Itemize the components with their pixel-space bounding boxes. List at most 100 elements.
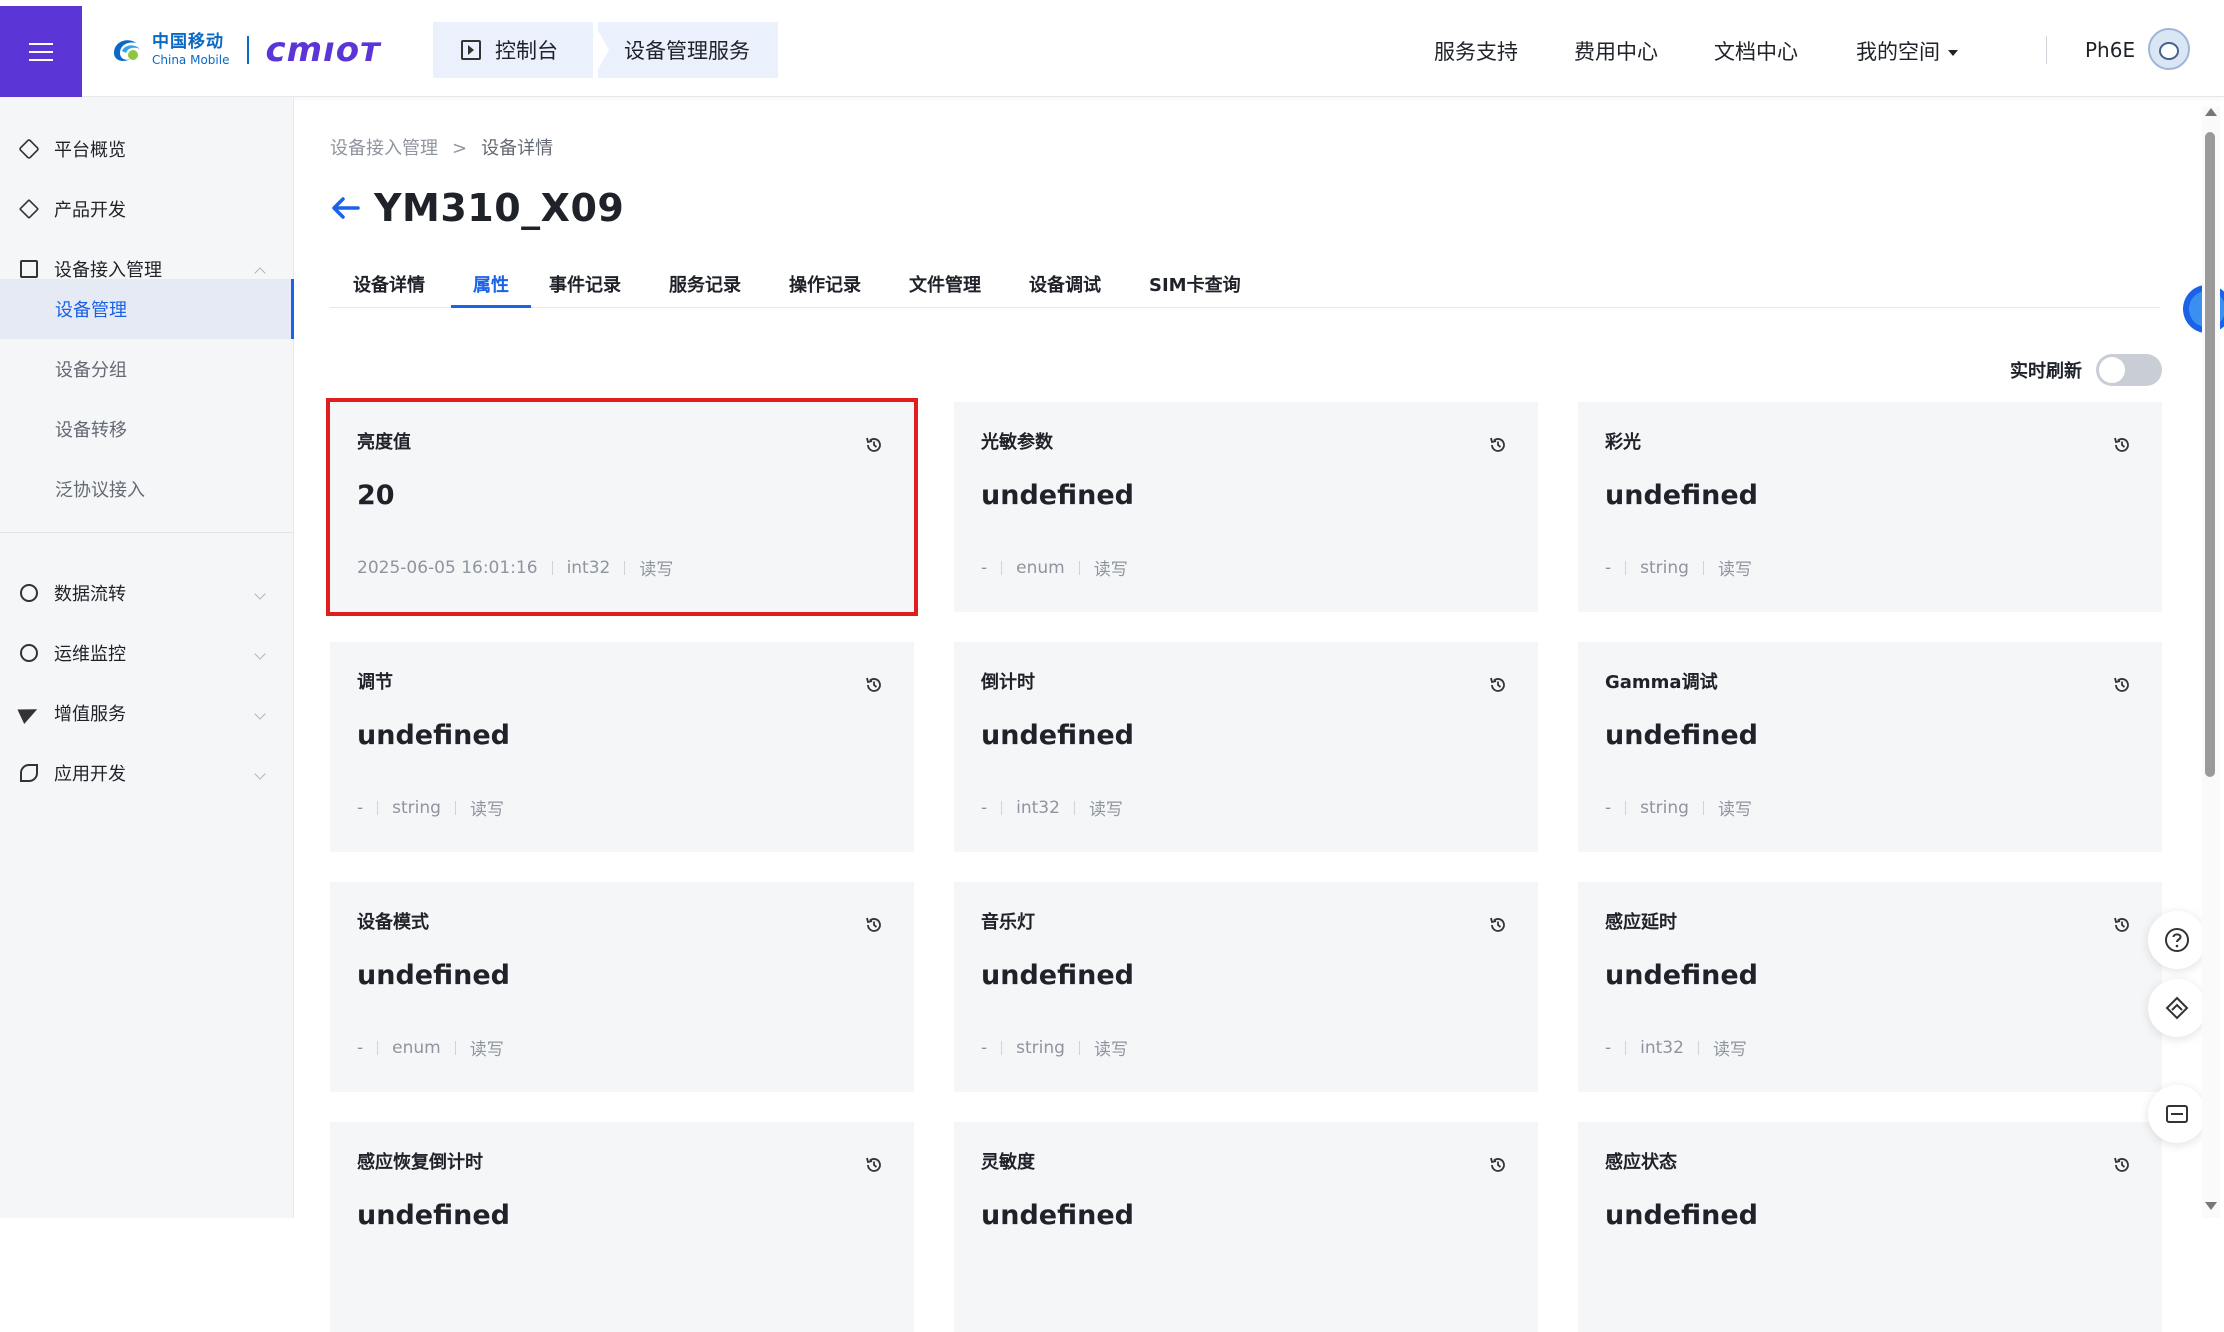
history-icon[interactable]	[2112, 675, 2132, 695]
meta-divider	[1625, 1040, 1627, 1055]
nav-billing-center[interactable]: 费用中心	[1574, 36, 1658, 66]
tab-bar: 设备详情 属性 事件记录 服务记录 操作记录 文件管理 设备调试 SIM卡查询	[330, 268, 2160, 308]
sidebar-item-app-dev[interactable]: 应用开发	[0, 745, 294, 801]
meta-divider	[1001, 1040, 1003, 1055]
meta-divider	[377, 800, 379, 815]
property-card[interactable]: 调节 undefined - string 读写	[330, 642, 914, 852]
menu-icon	[29, 42, 53, 61]
scroll-up-icon[interactable]	[2205, 108, 2217, 116]
avatar[interactable]	[2148, 28, 2190, 70]
breadcrumb-parent-link[interactable]: 设备接入管理	[330, 138, 438, 159]
property-type: string	[392, 797, 441, 818]
help-button[interactable]	[2148, 911, 2206, 969]
service-label: 设备管理服务	[624, 39, 750, 63]
history-icon[interactable]	[2112, 1155, 2132, 1175]
history-icon[interactable]	[1488, 1155, 1508, 1175]
sidebar-subitem-device-transfer[interactable]: 设备转移	[0, 399, 294, 459]
property-card[interactable]: 光敏参数 undefined - enum 读写	[954, 402, 1538, 612]
property-type: enum	[1016, 557, 1065, 578]
property-card[interactable]: 感应状态 undefined	[1578, 1122, 2162, 1332]
property-name: Gamma调试	[1605, 672, 1718, 693]
meta-divider	[1078, 1040, 1080, 1055]
chevron-down-icon	[254, 588, 266, 600]
tab-properties[interactable]: 属性	[451, 272, 531, 308]
sidebar-subitem-protocol-access[interactable]: 泛协议接入	[0, 459, 294, 519]
tab-operation-records[interactable]: 操作记录	[767, 272, 883, 308]
top-bar: 中国移动 China Mobile cmıoт 控制台 设备管理服务 服务支持 …	[0, 0, 2224, 97]
realtime-refresh-toggle[interactable]	[2096, 354, 2162, 386]
nav-my-space[interactable]: 我的空间	[1856, 36, 1958, 66]
nav-my-space-label: 我的空间	[1856, 40, 1940, 64]
scrollbar-thumb[interactable]	[2205, 132, 2215, 777]
tab-service-records[interactable]: 服务记录	[647, 272, 763, 308]
sidebar-subitem-device-group[interactable]: 设备分组	[0, 339, 294, 399]
property-type: string	[1016, 1037, 1065, 1058]
collapse-panel-button[interactable]	[2148, 1085, 2206, 1143]
sidebar-item-product-dev[interactable]: 产品开发	[0, 181, 294, 237]
nav-service-support[interactable]: 服务支持	[1434, 36, 1518, 66]
history-icon[interactable]	[864, 1155, 884, 1175]
tab-sim-query[interactable]: SIM卡查询	[1127, 272, 1263, 308]
property-type: string	[1640, 797, 1689, 818]
scroll-top-icon	[2165, 996, 2189, 1020]
back-to-top-button[interactable]	[2148, 979, 2206, 1037]
history-icon[interactable]	[864, 435, 884, 455]
history-icon[interactable]	[1488, 675, 1508, 695]
history-icon[interactable]	[1488, 915, 1508, 935]
history-icon[interactable]	[864, 915, 884, 935]
sidebar-item-monitoring[interactable]: 运维监控	[0, 625, 294, 681]
username[interactable]: Ph6E	[2085, 38, 2135, 62]
property-card[interactable]: 感应恢复倒计时 undefined	[330, 1122, 914, 1332]
sidebar-item-label: 平台概览	[54, 140, 126, 161]
history-icon[interactable]	[2112, 915, 2132, 935]
property-card[interactable]: 彩光 undefined - string 读写	[1578, 402, 2162, 612]
device-management-service-button[interactable]: 设备管理服务	[598, 22, 778, 78]
page-title: YM310_X09	[374, 186, 625, 230]
history-icon[interactable]	[2112, 435, 2132, 455]
sidebar-subitem-device-management[interactable]: 设备管理	[0, 279, 294, 339]
property-time: -	[357, 797, 364, 818]
tab-device-debug[interactable]: 设备调试	[1007, 272, 1123, 308]
history-icon[interactable]	[1488, 435, 1508, 455]
property-name: 倒计时	[981, 672, 1035, 693]
sidebar-item-label: 应用开发	[54, 764, 126, 785]
property-meta: - enum 读写	[981, 555, 1128, 581]
property-access: 读写	[1717, 560, 1752, 580]
property-value: undefined	[1605, 1200, 1758, 1231]
console-button[interactable]: 控制台	[433, 22, 593, 78]
property-time: -	[981, 557, 988, 578]
property-meta: - int32 读写	[981, 795, 1123, 821]
property-name: 光敏参数	[981, 432, 1053, 453]
brand-en: China Mobile	[152, 53, 230, 67]
tab-event-records[interactable]: 事件记录	[527, 272, 643, 308]
sidebar-item-data-flow[interactable]: 数据流转	[0, 565, 294, 621]
meta-divider	[1073, 800, 1075, 815]
property-card[interactable]: 音乐灯 undefined - string 读写	[954, 882, 1538, 1092]
nav-docs-center[interactable]: 文档中心	[1714, 36, 1798, 66]
property-card[interactable]: Gamma调试 undefined - string 读写	[1578, 642, 2162, 852]
property-card[interactable]: 亮度值 20 2025-06-05 16:01:16 int32 读写	[326, 398, 918, 616]
property-value: undefined	[981, 960, 1134, 991]
property-name: 彩光	[1605, 432, 1641, 453]
sidebar-item-value-added[interactable]: 增值服务	[0, 685, 294, 741]
meta-divider	[377, 1040, 379, 1055]
property-card[interactable]: 设备模式 undefined - enum 读写	[330, 882, 914, 1092]
breadcrumb-arrow-divider	[593, 22, 609, 78]
meta-divider	[624, 560, 626, 575]
sidebar-item-overview[interactable]: 平台概览	[0, 121, 294, 177]
sidebar-item-label: 数据流转	[54, 584, 126, 605]
property-access: 读写	[469, 1040, 504, 1060]
brand-logo[interactable]: 中国移动 China Mobile cmıoт	[108, 30, 381, 70]
panel-icon	[2166, 1105, 2188, 1123]
tab-device-details[interactable]: 设备详情	[331, 272, 447, 308]
back-arrow-icon[interactable]	[330, 196, 360, 220]
scroll-down-icon[interactable]	[2205, 1202, 2217, 1210]
property-card[interactable]: 倒计时 undefined - int32 读写	[954, 642, 1538, 852]
property-card[interactable]: 灵敏度 undefined	[954, 1122, 1538, 1332]
history-icon[interactable]	[864, 675, 884, 695]
tab-file-management[interactable]: 文件管理	[887, 272, 1003, 308]
property-access: 读写	[1712, 1040, 1747, 1060]
property-value: undefined	[357, 720, 510, 751]
hamburger-menu-button[interactable]	[0, 6, 82, 97]
property-card[interactable]: 感应延时 undefined - int32 读写	[1578, 882, 2162, 1092]
